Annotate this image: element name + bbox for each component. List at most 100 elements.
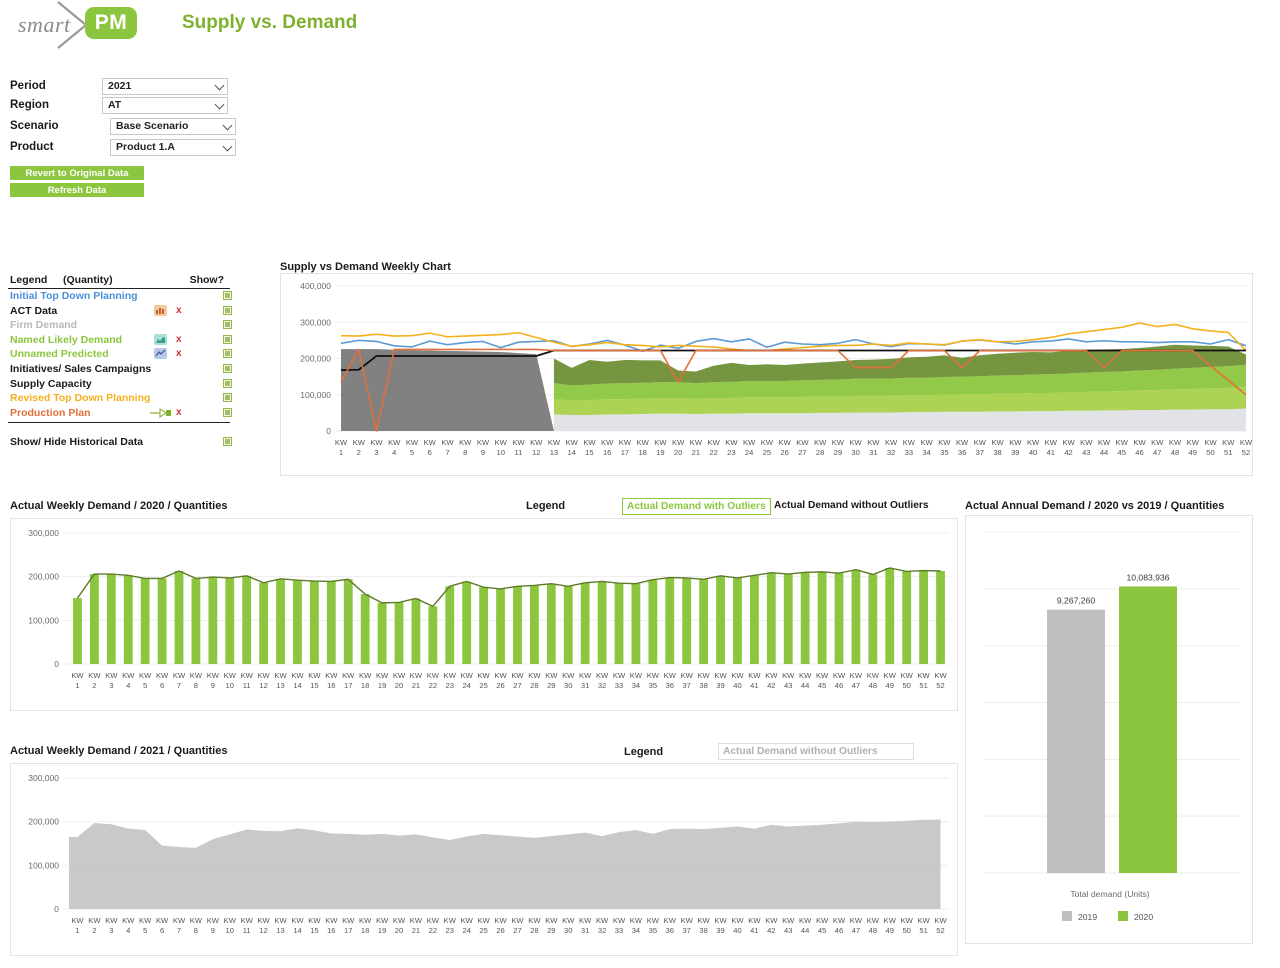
legend-show-checkbox[interactable]	[223, 379, 232, 388]
svg-text:41: 41	[750, 926, 758, 935]
legend-row: Unnamed Predictedx	[8, 347, 230, 362]
svg-text:20: 20	[395, 926, 403, 935]
select-scenario[interactable]: Base Scenario	[110, 118, 236, 135]
supply-vs-demand-svg: 0100,000200,000300,000400,000KW1KW2KW3KW…	[281, 274, 1254, 477]
svg-text:28: 28	[530, 681, 538, 690]
svg-text:0: 0	[54, 659, 59, 669]
tab-2021-actual-demand-without-outliers[interactable]: Actual Demand without Outliers	[718, 743, 914, 760]
weekly-2020-svg: 0100,000200,000300,000KW1KW2KW3KW4KW5KW6…	[11, 519, 959, 712]
svg-text:KW: KW	[477, 438, 490, 447]
svg-text:KW: KW	[901, 671, 914, 680]
svg-text:KW: KW	[583, 438, 596, 447]
svg-text:21: 21	[692, 448, 700, 457]
supply-vs-demand-chart[interactable]: 0100,000200,000300,000400,000KW1KW2KW3KW…	[280, 273, 1253, 476]
svg-text:KW: KW	[654, 438, 667, 447]
svg-text:KW: KW	[867, 438, 880, 447]
annual-legend-swatch	[1118, 911, 1128, 921]
svg-text:KW: KW	[1169, 438, 1182, 447]
svg-text:38: 38	[993, 448, 1001, 457]
svg-text:43: 43	[784, 681, 792, 690]
legend-show-checkbox[interactable]	[223, 320, 232, 329]
svg-text:KW: KW	[1187, 438, 1200, 447]
legend-show-checkbox[interactable]	[223, 306, 232, 315]
svg-text:KW: KW	[291, 916, 304, 925]
svg-text:34: 34	[632, 681, 640, 690]
select-period[interactable]: 2021	[102, 78, 228, 95]
svg-text:KW: KW	[477, 916, 490, 925]
chevron-down-icon	[215, 81, 225, 91]
svg-text:52: 52	[936, 926, 944, 935]
tab-actual-demand-with-outliers[interactable]: Actual Demand with Outliers	[622, 498, 771, 515]
legend-show-checkbox[interactable]	[223, 408, 232, 417]
tab-actual-demand-without-outliers[interactable]: Actual Demand without Outliers	[770, 498, 933, 513]
svg-text:8: 8	[463, 448, 467, 457]
svg-text:KW: KW	[748, 671, 761, 680]
svg-text:11: 11	[243, 926, 251, 935]
svg-text:13: 13	[276, 681, 284, 690]
svg-text:KW: KW	[917, 916, 930, 925]
legend-item-label: Revised Top Down Planning	[10, 392, 150, 404]
svg-text:43: 43	[784, 926, 792, 935]
svg-text:KW: KW	[548, 438, 561, 447]
legend-row: Firm Demand	[8, 318, 230, 333]
actual-annual-demand-chart[interactable]: 9,267,26010,083,936Total demand (Units)2…	[965, 515, 1253, 944]
legend-show-checkbox[interactable]	[223, 349, 232, 358]
arrow-icon[interactable]	[150, 407, 163, 418]
svg-text:35: 35	[940, 448, 948, 457]
svg-text:KW: KW	[748, 916, 761, 925]
svg-text:12: 12	[259, 681, 267, 690]
actual-weekly-demand-2021-chart[interactable]: 0100,000200,000300,000KW1KW2KW3KW4KW5KW6…	[10, 763, 958, 956]
area-chart-icon[interactable]	[154, 334, 167, 345]
svg-text:KW: KW	[342, 916, 355, 925]
svg-text:100,000: 100,000	[28, 615, 59, 625]
chevron-down-icon	[223, 142, 233, 152]
remove-series-x-icon[interactable]: x	[176, 407, 182, 418]
legend-show-checkbox[interactable]	[223, 364, 232, 373]
svg-text:41: 41	[750, 681, 758, 690]
svg-text:KW: KW	[562, 916, 575, 925]
svg-text:29: 29	[834, 448, 842, 457]
svg-text:KW: KW	[630, 916, 643, 925]
svg-text:6: 6	[160, 926, 164, 935]
svg-text:23: 23	[446, 926, 454, 935]
svg-text:15: 15	[310, 926, 318, 935]
svg-text:KW: KW	[1240, 438, 1253, 447]
svg-text:KW: KW	[139, 916, 152, 925]
remove-series-x-icon[interactable]: x	[176, 348, 182, 359]
svg-text:KW: KW	[619, 438, 632, 447]
actual-weekly-demand-2020-chart[interactable]: 0100,000200,000300,000KW1KW2KW3KW4KW5KW6…	[10, 518, 958, 711]
svg-text:46: 46	[835, 926, 843, 935]
legend-show-checkbox[interactable]	[223, 335, 232, 344]
svg-text:KW: KW	[494, 916, 507, 925]
svg-text:31: 31	[581, 926, 589, 935]
select-scenario-value: Base Scenario	[116, 120, 188, 132]
weekly-2021-svg: 0100,000200,000300,000KW1KW2KW3KW4KW5KW6…	[11, 764, 959, 957]
revert-to-original-data-button[interactable]: Revert to Original Data	[10, 166, 144, 180]
legend-show-checkbox[interactable]	[223, 291, 232, 300]
svg-text:KW: KW	[441, 438, 454, 447]
svg-text:50: 50	[902, 926, 910, 935]
show-hide-historical-data-checkbox[interactable]	[223, 437, 232, 446]
svg-text:44: 44	[1100, 448, 1108, 457]
svg-text:51: 51	[919, 681, 927, 690]
svg-text:47: 47	[1153, 448, 1161, 457]
page-title: Supply vs. Demand	[182, 12, 357, 34]
bar-chart-icon[interactable]	[154, 305, 167, 316]
svg-text:KW: KW	[814, 438, 827, 447]
label-region: Region	[10, 99, 49, 111]
refresh-data-button[interactable]: Refresh Data	[10, 183, 144, 197]
select-product[interactable]: Product 1.A	[110, 139, 236, 156]
svg-text:KW: KW	[562, 671, 575, 680]
svg-text:KW: KW	[884, 916, 897, 925]
legend-show-checkbox[interactable]	[223, 393, 232, 402]
svg-text:KW: KW	[274, 671, 287, 680]
svg-text:KW: KW	[672, 438, 685, 447]
remove-series-x-icon[interactable]: x	[176, 305, 182, 316]
svg-text:KW: KW	[901, 916, 914, 925]
select-region[interactable]: AT	[102, 97, 228, 114]
svg-text:16: 16	[327, 926, 335, 935]
line-chart-icon[interactable]	[154, 348, 167, 359]
svg-text:25: 25	[479, 681, 487, 690]
svg-text:17: 17	[344, 926, 352, 935]
remove-series-x-icon[interactable]: x	[176, 334, 182, 345]
